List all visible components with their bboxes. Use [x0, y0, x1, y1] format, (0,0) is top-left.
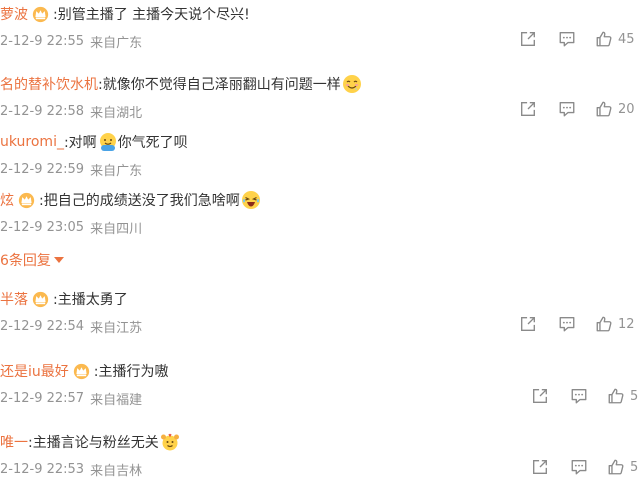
comment-text: :主播行为嗷 [93, 364, 169, 380]
comment-meta: 2-12-9 23:05 来自四川 [0, 217, 142, 237]
comment-text-continued: 你气死了呗 [117, 135, 188, 151]
comment-item: 萝波 :别管主播了 主播今天说个尽兴! 2-12-9 22:55 来自广东 45 [0, 3, 640, 53]
share-icon[interactable] [518, 98, 538, 120]
comment-text: :主播言论与粉丝无关 [28, 435, 159, 451]
like-count: 20 [618, 101, 635, 117]
comment-meta: 2-12-9 22:58 来自湖北 [0, 101, 142, 121]
comment-icon[interactable] [557, 98, 577, 120]
crown-badge-icon [32, 291, 49, 308]
comment-item: 名的替补饮水机 :就像你不觉得自己泽丽翻山有问题一样 2-12-9 22:58 … [0, 73, 640, 123]
comment-line: 名的替补饮水机 :就像你不觉得自己泽丽翻山有问题一样 [0, 73, 362, 95]
comment-location: 来自广东 [90, 163, 143, 179]
comment-time: 2-12-9 22:58 [0, 103, 85, 119]
crown-badge-icon [18, 192, 35, 209]
comment-actions: 5 [530, 385, 640, 407]
drooling-face-icon [342, 74, 362, 94]
like-count: 45 [618, 31, 635, 47]
comment-text: :就像你不觉得自己泽丽翻山有问题一样 [98, 77, 341, 93]
comment-actions: 5 [530, 456, 640, 478]
like-icon[interactable] [606, 456, 626, 478]
hugging-face-icon [98, 132, 118, 152]
laughing-crying-face-icon [241, 190, 261, 210]
comment-line: 还是iu最好 :主播行为嗷 [0, 360, 168, 382]
comment-item: 唯一 :主播言论与粉丝无关 2-12-9 22:53 来自吉林 5 [0, 431, 640, 481]
share-icon[interactable] [530, 456, 550, 478]
comment-actions: 12 [518, 313, 640, 335]
comment-actions: 45 [518, 28, 640, 50]
comment-text: :把自己的成绩送没了我们急啥啊 [39, 193, 240, 209]
share-icon[interactable] [530, 385, 550, 407]
comment-time: 2-12-9 22:57 [0, 390, 85, 406]
share-icon[interactable] [518, 313, 538, 335]
comment-icon[interactable] [569, 385, 589, 407]
comment-icon[interactable] [557, 28, 577, 50]
expand-replies-button[interactable]: 6条回复 [0, 250, 64, 270]
comment-text: :别管主播了 主播今天说个尽兴! [53, 7, 250, 23]
like-icon[interactable] [606, 385, 626, 407]
comment-time: 2-12-9 22:59 [0, 161, 85, 177]
comment-location: 来自四川 [90, 221, 143, 237]
like-count: 5 [630, 388, 639, 404]
comment-line: 唯一 :主播言论与粉丝无关 [0, 431, 180, 453]
comment-username[interactable]: 炫 [0, 190, 14, 210]
like-count: 12 [618, 316, 635, 332]
triangle-down-icon [53, 257, 64, 263]
comment-time: 2-12-9 22:53 [0, 461, 85, 477]
comment-thread: 萝波 :别管主播了 主播今天说个尽兴! 2-12-9 22:55 来自广东 45 [0, 0, 640, 481]
comment-username[interactable]: 萝波 [0, 4, 28, 24]
comment-location: 来自湖北 [90, 105, 143, 121]
comment-line: 炫 :把自己的成绩送没了我们急啥啊 [0, 189, 261, 211]
like-icon[interactable] [594, 313, 614, 335]
expand-replies-label: 6条回复 [0, 253, 51, 269]
comment-line: ukuromi_ :对啊 你气死了呗 [0, 131, 188, 153]
comment-icon[interactable] [557, 313, 577, 335]
comment-location: 来自广东 [90, 35, 143, 51]
comment-text: :对啊 [63, 135, 97, 151]
comment-location: 来自福建 [90, 392, 143, 408]
crown-badge-icon [73, 363, 90, 380]
comment-location: 来自吉林 [90, 463, 143, 479]
reply-item: ukuromi_ :对啊 你气死了呗 2-12-9 22:59 来自广东 [0, 131, 640, 181]
comment-actions: 20 [518, 98, 640, 120]
crown-badge-icon [32, 6, 49, 23]
comment-item: 还是iu最好 :主播行为嗷 2-12-9 22:57 来自福建 5 [0, 360, 640, 410]
like-icon[interactable] [594, 28, 614, 50]
comment-time: 2-12-9 22:54 [0, 318, 85, 334]
comment-meta: 2-12-9 22:57 来自福建 [0, 388, 142, 408]
like-count: 5 [630, 459, 639, 475]
comment-username[interactable]: 唯一 [0, 432, 28, 452]
comment-username[interactable]: 名的替补饮水机 [0, 74, 98, 94]
comment-text: :主播太勇了 [53, 292, 128, 308]
comment-username[interactable]: ukuromi_ [0, 134, 64, 150]
comment-username[interactable]: 还是iu最好 [0, 361, 69, 381]
comment-time: 2-12-9 22:55 [0, 33, 85, 49]
comment-location: 来自江苏 [90, 320, 143, 336]
like-icon[interactable] [594, 98, 614, 120]
share-icon[interactable] [518, 28, 538, 50]
comment-time: 2-12-9 23:05 [0, 219, 85, 235]
flexing-face-icon [160, 432, 180, 452]
reply-item: 炫 :把自己的成绩送没了我们急啥啊 2-12-9 23:05 来自四川 [0, 189, 640, 239]
comment-icon[interactable] [569, 456, 589, 478]
comment-line: 半落 :主播太勇了 [0, 288, 128, 310]
comment-meta: 2-12-9 22:59 来自广东 [0, 159, 142, 179]
comment-line: 萝波 :别管主播了 主播今天说个尽兴! [0, 3, 250, 25]
comment-meta: 2-12-9 22:54 来自江苏 [0, 316, 142, 336]
comment-item: 半落 :主播太勇了 2-12-9 22:54 来自江苏 12 [0, 288, 640, 338]
comment-meta: 2-12-9 22:55 来自广东 [0, 31, 142, 51]
comment-username[interactable]: 半落 [0, 289, 28, 309]
comment-meta: 2-12-9 22:53 来自吉林 [0, 459, 142, 479]
